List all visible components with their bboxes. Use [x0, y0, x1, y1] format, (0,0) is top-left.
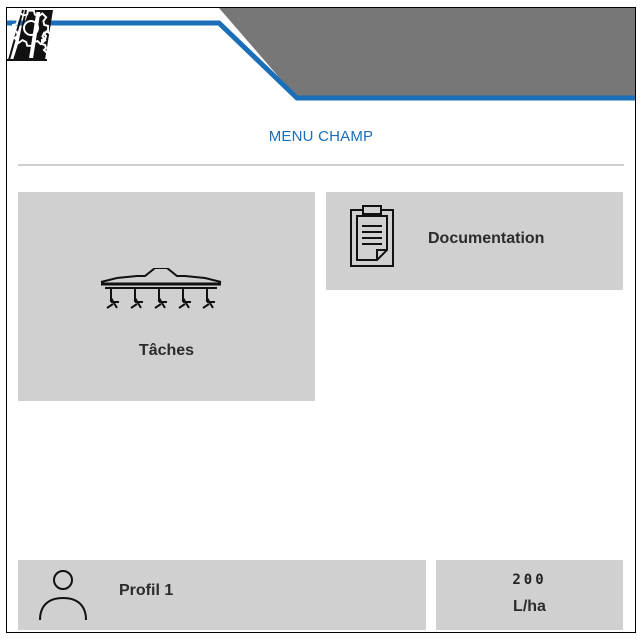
taches-label: Tâches	[138, 342, 195, 359]
profile-label: Profil 1	[119, 582, 174, 599]
seeder-icon	[100, 268, 222, 309]
tab-settings[interactable]	[297, 8, 635, 104]
title-divider	[18, 164, 624, 166]
person-icon	[39, 570, 87, 621]
field-menu-screen: MENU CHAMP Tâches Documentation Profil 1…	[6, 7, 636, 633]
taches-tile[interactable]: Tâches	[18, 192, 315, 401]
clipboard-icon	[350, 205, 394, 267]
tab-bar	[7, 8, 635, 104]
rate-unit: L/ha	[513, 598, 546, 615]
documentation-tile[interactable]: Documentation	[326, 192, 623, 290]
page-title: MENU CHAMP	[268, 128, 374, 145]
application-rate-button[interactable]: 200 L/ha	[436, 560, 623, 630]
profile-button[interactable]: Profil 1	[18, 560, 426, 630]
documentation-label: Documentation	[428, 230, 545, 247]
rate-value: 200	[512, 572, 547, 588]
gears-icon	[11, 9, 69, 56]
